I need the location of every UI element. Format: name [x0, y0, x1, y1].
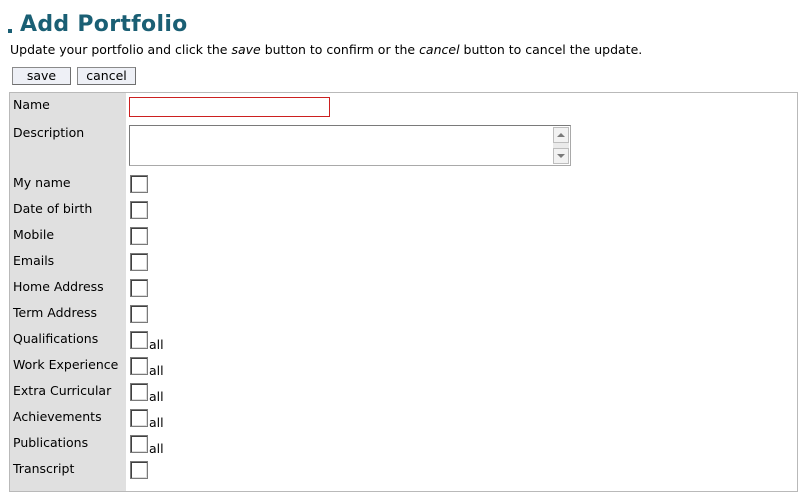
intro-save-word: save	[231, 42, 261, 57]
description-textarea[interactable]	[129, 125, 571, 166]
cancel-button[interactable]: cancel	[77, 67, 136, 85]
field-checkbox[interactable]	[130, 253, 148, 271]
field-label: Emails	[13, 253, 55, 268]
page-title: Add Portfolio	[20, 11, 188, 37]
field-checkbox[interactable]	[130, 305, 148, 323]
name-input[interactable]	[129, 97, 330, 117]
field-checkbox[interactable]	[130, 409, 148, 427]
field-label: Mobile	[13, 227, 55, 242]
title-bullet	[8, 29, 12, 33]
field-checkbox[interactable]	[130, 435, 148, 453]
field-label: My name	[13, 175, 71, 190]
all-label: all	[149, 441, 164, 456]
scroll-down-button[interactable]	[553, 148, 569, 164]
intro-part1: Update your portfolio and click the	[10, 42, 232, 57]
field-checkbox[interactable]	[130, 383, 148, 401]
description-scrollbar[interactable]	[553, 127, 569, 164]
field-checkbox[interactable]	[130, 331, 148, 349]
field-label: Home Address	[13, 279, 104, 294]
field-label: Term Address	[13, 305, 98, 320]
field-checkbox[interactable]	[130, 201, 148, 219]
intro-text: Update your portfolio and click the save…	[10, 42, 642, 57]
intro-cancel-word: cancel	[419, 42, 460, 57]
action-buttons: save cancel	[12, 67, 136, 85]
field-label: Achievements	[13, 409, 102, 424]
field-label: Work Experience	[13, 357, 119, 372]
name-label: Name	[13, 97, 50, 112]
page-header: Add Portfolio	[8, 9, 188, 39]
field-label: Date of birth	[13, 201, 93, 216]
intro-part3: button to cancel the update.	[459, 42, 643, 57]
portfolio-form: Name Description My name Date of birth Mob…	[9, 92, 798, 492]
all-label: all	[149, 363, 164, 378]
field-checkbox[interactable]	[130, 279, 148, 297]
field-label: Transcript	[13, 461, 75, 476]
field-checkbox[interactable]	[130, 357, 148, 375]
save-button[interactable]: save	[12, 67, 71, 85]
scroll-up-button[interactable]	[553, 127, 569, 143]
field-checkbox[interactable]	[130, 175, 148, 193]
field-label: Extra Curricular	[13, 383, 112, 398]
arrow-up-icon	[557, 133, 565, 137]
all-label: all	[149, 389, 164, 404]
all-label: all	[149, 415, 164, 430]
field-label: Publications	[13, 435, 89, 450]
arrow-down-icon	[557, 154, 565, 158]
field-checkbox[interactable]	[130, 461, 148, 479]
description-label: Description	[13, 125, 85, 140]
field-label: Qualifications	[13, 331, 99, 346]
all-label: all	[149, 337, 164, 352]
intro-part2: button to confirm or the	[260, 42, 420, 57]
field-checkbox[interactable]	[130, 227, 148, 245]
